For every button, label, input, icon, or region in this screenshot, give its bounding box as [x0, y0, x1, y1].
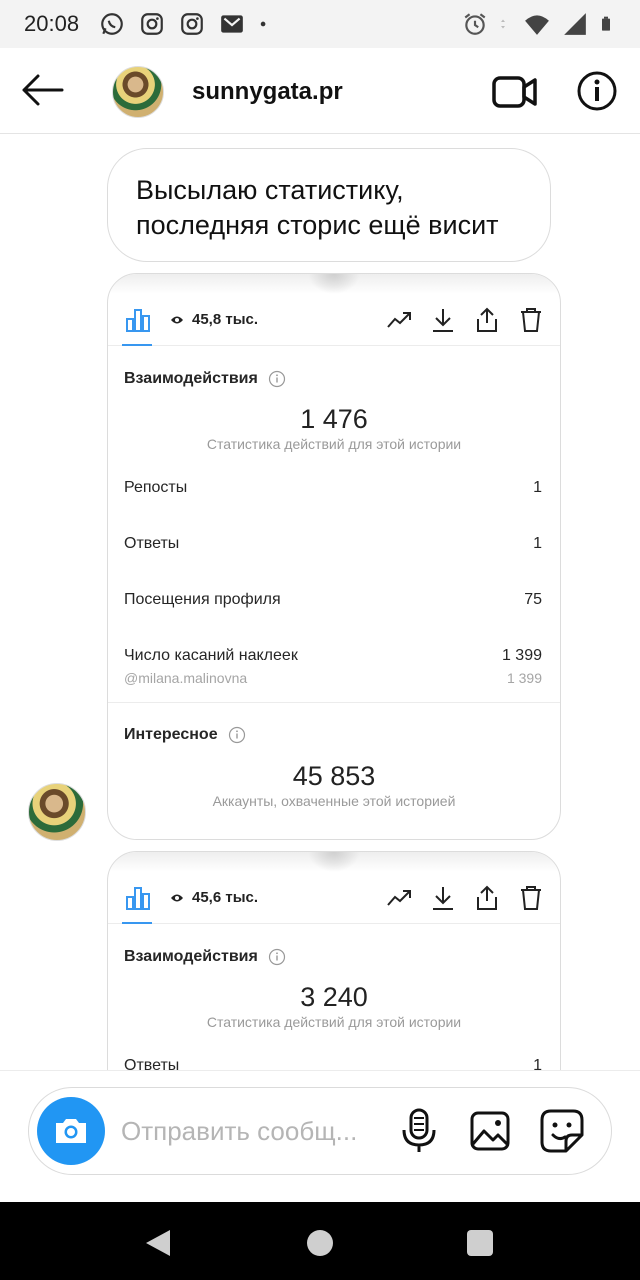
stat-value: 1 399 [501, 647, 542, 664]
card-top-edge [108, 852, 560, 872]
stat-row: Репосты 1 [108, 460, 560, 516]
whatsapp-icon [101, 13, 123, 35]
back-arrow-icon[interactable] [18, 70, 66, 110]
microphone-icon[interactable] [399, 1108, 439, 1154]
system-icons [462, 11, 616, 37]
eye-icon [171, 316, 183, 323]
stat-label: Ответы [124, 535, 180, 552]
insights-screenshot-message[interactable]: 45,6 тыс. Взаимодействия 3 240 Статистик… [107, 851, 561, 1070]
insights-actions [386, 307, 544, 333]
eye-icon [171, 894, 183, 901]
interactions-heading: Взаимодействия [108, 346, 560, 392]
trash-icon [521, 307, 541, 332]
nav-recents-button[interactable] [467, 1230, 493, 1256]
insights-actions [386, 885, 544, 911]
data-arrows-icon [501, 19, 505, 29]
signal-icon [564, 13, 586, 35]
camera-icon [56, 1119, 86, 1143]
views-count: 45,6 тыс. [170, 889, 258, 906]
screen: 20:08 sunnygata.pr Высылаю статистику, п… [0, 0, 640, 1280]
insights-toolbar: 45,6 тыс. [108, 872, 560, 924]
status-time: 20:08 [24, 11, 80, 36]
views-count: 45,8 тыс. [170, 311, 258, 328]
message-list[interactable]: Высылаю статистику, последняя сторис ещё… [0, 135, 640, 1070]
interactions-caption: Статистика действий для этой истории [206, 436, 462, 452]
stat-value: 1 [533, 1057, 542, 1070]
avatar[interactable] [112, 66, 164, 118]
status-bar: 20:08 [0, 0, 640, 48]
discovery-title: Интересное [124, 726, 218, 743]
share-icon [477, 307, 497, 332]
interactions-heading: Взаимодействия [108, 924, 560, 970]
nav-back-icon[interactable] [144, 1228, 172, 1258]
info-icon [228, 726, 245, 744]
stat-row: Посещения профиля 75 [108, 572, 560, 628]
trend-up-icon [387, 311, 411, 328]
discovery-total: 45 853 [292, 761, 376, 791]
download-icon [433, 886, 453, 910]
discovery-heading: Интересное [108, 703, 560, 749]
interactions-total: 1 476 [300, 404, 368, 434]
gmail-icon [221, 15, 243, 33]
video-call-icon[interactable] [492, 72, 538, 112]
composer-area [0, 1070, 640, 1202]
discovery-caption: Аккаунты, охваченные этой историей [212, 793, 456, 809]
nav-home-button[interactable] [307, 1230, 333, 1256]
insights-toolbar: 45,8 тыс. [108, 294, 560, 346]
trend-up-icon [387, 889, 411, 906]
interactions-total: 3 240 [300, 982, 368, 1012]
active-tab-indicator [122, 344, 152, 346]
sender-avatar[interactable] [28, 783, 86, 841]
views-value: 45,8 тыс. [192, 311, 259, 328]
interactions-title: Взаимодействия [124, 948, 258, 965]
sticker-icon[interactable] [539, 1108, 585, 1154]
instagram-icon [141, 13, 163, 35]
info-icon[interactable] [576, 70, 618, 112]
info-icon [268, 948, 285, 966]
thread-username[interactable]: sunnygata.pr [192, 78, 343, 106]
instagram-icon [181, 13, 203, 35]
sticker-username: @milana.malinovna [124, 670, 248, 686]
views-value: 45,6 тыс. [192, 889, 259, 906]
stat-label: Ответы [124, 1057, 180, 1070]
info-icon [268, 370, 285, 388]
notification-icons [99, 11, 273, 37]
bar-chart-icon [126, 308, 150, 332]
download-icon [433, 308, 453, 332]
text-message[interactable]: Высылаю статистику, последняя сторис ещё… [107, 148, 551, 262]
message-composer [28, 1087, 612, 1175]
bar-chart-icon [126, 886, 150, 910]
stat-value: 1 [533, 479, 542, 496]
stat-row: Ответы 1 [108, 516, 560, 572]
stat-label: Репосты [124, 479, 188, 496]
active-tab-indicator [122, 922, 152, 924]
share-icon [477, 885, 497, 910]
stat-label: Посещения профиля [124, 591, 281, 608]
thread-header: sunnygata.pr [0, 48, 640, 134]
battery-icon [602, 16, 610, 31]
alarm-icon [464, 13, 486, 35]
trash-icon [521, 885, 541, 910]
wifi-icon [525, 15, 549, 35]
card-top-edge [108, 274, 560, 294]
sticker-sub-row: @milana.malinovna 1 399 [108, 670, 560, 686]
camera-button[interactable] [37, 1097, 105, 1165]
stat-value: 1 [533, 535, 542, 552]
sticker-value: 1 399 [506, 670, 542, 686]
message-input[interactable] [121, 1110, 391, 1152]
stat-label: Число касаний наклеек [124, 647, 298, 664]
interactions-caption: Статистика действий для этой истории [206, 1014, 462, 1030]
system-nav-bar [0, 1202, 640, 1280]
dot-icon [260, 21, 266, 27]
stat-row: Ответы 1 [108, 1038, 560, 1070]
stat-value: 75 [524, 591, 542, 608]
interactions-title: Взаимодействия [124, 370, 258, 387]
insights-screenshot-message[interactable]: 45,8 тыс. Взаимодействия 1 476 Статистик… [107, 273, 561, 840]
gallery-icon[interactable] [469, 1110, 511, 1152]
